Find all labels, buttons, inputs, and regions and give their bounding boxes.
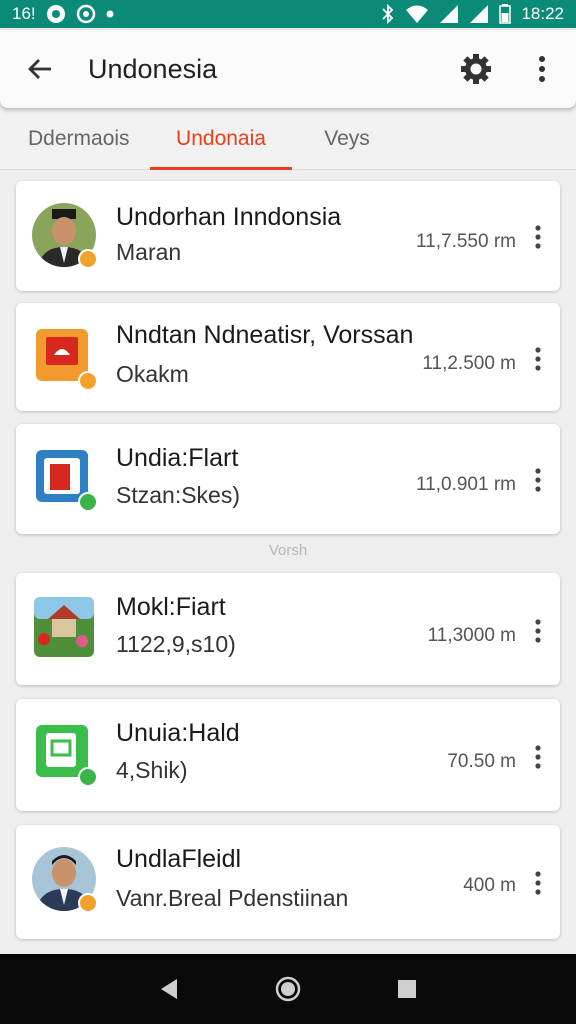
list-item-distance: 400 m [463, 875, 516, 896]
list-item-subtitle: Okakm [116, 361, 189, 387]
battery-icon [499, 4, 512, 24]
more-vert-icon[interactable] [524, 611, 552, 651]
list-item[interactable]: Undia:Flart Stzan:Skes) 11,0.901 rm [16, 424, 560, 534]
nav-home-button[interactable] [263, 964, 313, 1014]
nav-home-icon [275, 976, 301, 1002]
list-item[interactable]: UndlaFleidl Vanr.Breal Pdenstiinan 400 m [16, 825, 560, 939]
list-item-distance: 11,2.500 m [422, 353, 516, 374]
nav-back-button[interactable] [144, 964, 194, 1014]
section-label: Vorsh [268, 542, 308, 559]
list-item-subtitle: 4,Shik) [116, 757, 188, 783]
more-vert-icon[interactable] [524, 737, 552, 777]
orange-app-icon [32, 325, 98, 391]
garden-photo-icon [32, 595, 96, 659]
green-app-icon [32, 721, 98, 787]
list-item-subtitle: 1122,9,s10) [116, 631, 236, 657]
tab-bar: Ddermaois Undonaia Veys [0, 108, 576, 170]
list-item-subtitle: Vanr.Breal Pdenstiinan [116, 885, 349, 911]
list-item[interactable]: Mokl:Fiart 1122,9,s10) 11,3000 m [16, 573, 560, 685]
list-item[interactable]: Undorhan Inndonsia Maran 11,7.550 rm [16, 181, 560, 291]
list-item-title: Mokl:Fiart [116, 593, 226, 621]
nav-recents-icon [397, 980, 416, 998]
verified-badge-icon [78, 371, 98, 391]
more-vert-icon[interactable] [524, 217, 552, 257]
list-item[interactable]: Nndtan Ndneatisr, Vorssan Okakm 11,2.500… [16, 303, 560, 411]
app-bar: Undonesia [0, 30, 576, 108]
verified-badge-icon [78, 492, 98, 512]
tab-undonaia[interactable]: Undonaia [150, 108, 292, 170]
person-avatar-icon [32, 847, 98, 913]
list-item-title: Undorhan Inndonsia [116, 203, 342, 231]
blue-app-icon [32, 446, 98, 512]
wifi-icon [405, 4, 429, 24]
tab-veys[interactable]: Veys [292, 108, 402, 169]
more-vert-icon[interactable] [524, 339, 552, 379]
back-arrow-icon [28, 59, 51, 79]
list-item[interactable]: Unuia:Hald 4,Shik) 70.50 m [16, 699, 560, 811]
list-item-title: UndlaFleidl [116, 845, 242, 873]
back-button[interactable] [20, 49, 60, 89]
list-item-title: Unuia:Hald [116, 719, 240, 747]
more-vert-icon [539, 56, 545, 82]
verified-badge-icon [78, 249, 98, 269]
nav-back-icon [161, 979, 178, 999]
tab-ddermaois[interactable]: Ddermaois [0, 108, 150, 169]
list-item-subtitle: Stzan:Skes) [116, 482, 240, 508]
notification-icon [46, 4, 66, 24]
bluetooth-icon [381, 4, 395, 24]
more-vert-icon[interactable] [524, 863, 552, 903]
more-vert-icon[interactable] [524, 460, 552, 500]
verified-badge-icon [78, 767, 98, 787]
system-nav-bar [0, 954, 576, 1024]
gear-icon [461, 54, 491, 84]
list-item-distance: 11,7.550 rm [416, 231, 516, 252]
person-avatar-icon [32, 203, 98, 269]
more-options-button[interactable] [522, 49, 562, 89]
signal-icon [439, 4, 459, 24]
signal-icon [469, 4, 489, 24]
settings-button[interactable] [456, 49, 496, 89]
nav-recents-button[interactable] [382, 964, 432, 1014]
list-item-title: Nndtan Ndneatisr, Vorssan [116, 321, 414, 349]
list-item-title: Undia:Flart [116, 444, 239, 472]
list-item-subtitle: Maran [116, 239, 182, 265]
status-time: 18:22 [521, 4, 564, 23]
verified-badge-icon [78, 893, 98, 913]
page-title: Undonesia [88, 53, 218, 84]
dot-icon [106, 10, 114, 18]
list-item-distance: 11,3000 m [427, 625, 516, 646]
status-bar: 16! 18:22 [0, 0, 576, 28]
settings-notification-icon [76, 4, 96, 24]
list-item-distance: 70.50 m [447, 751, 516, 772]
list-item-distance: 11,0.901 rm [416, 474, 516, 495]
status-left-text: 16! [12, 4, 36, 23]
